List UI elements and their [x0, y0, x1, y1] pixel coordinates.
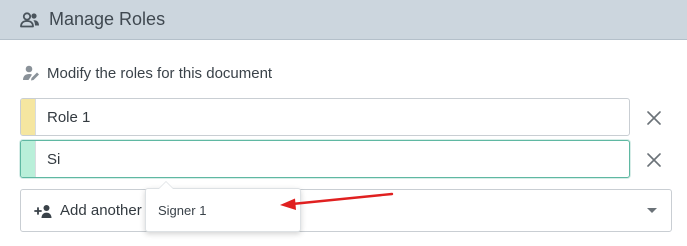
add-role-select[interactable]: Add another	[20, 189, 672, 232]
users-icon	[20, 11, 40, 28]
dialog-header: Manage Roles	[0, 0, 687, 40]
instructions-text: Modify the roles for this document	[47, 64, 273, 82]
role-name[interactable]: Si	[36, 151, 60, 168]
suggestion-option[interactable]: Signer 1	[158, 203, 206, 218]
caret-down-icon[interactable]	[647, 208, 657, 213]
close-icon	[647, 111, 661, 125]
dropdown-notch-inner	[159, 182, 173, 189]
role-color-swatch[interactable]	[21, 99, 36, 135]
instructions: Modify the roles for this document	[22, 63, 272, 83]
close-icon	[647, 153, 661, 167]
role-name[interactable]: Role 1	[36, 109, 90, 126]
remove-role-2-button[interactable]	[644, 150, 664, 170]
role-suggestions-dropdown: Signer 1	[145, 181, 301, 232]
role-input-2[interactable]: Si	[20, 140, 630, 178]
role-input-1[interactable]: Role 1	[20, 98, 630, 136]
remove-role-1-button[interactable]	[644, 108, 664, 128]
role-color-swatch[interactable]	[21, 141, 36, 177]
user-edit-icon	[22, 64, 40, 82]
add-role-label: Add another	[60, 202, 142, 219]
user-plus-icon	[34, 204, 53, 218]
dialog-title: Manage Roles	[49, 9, 166, 29]
